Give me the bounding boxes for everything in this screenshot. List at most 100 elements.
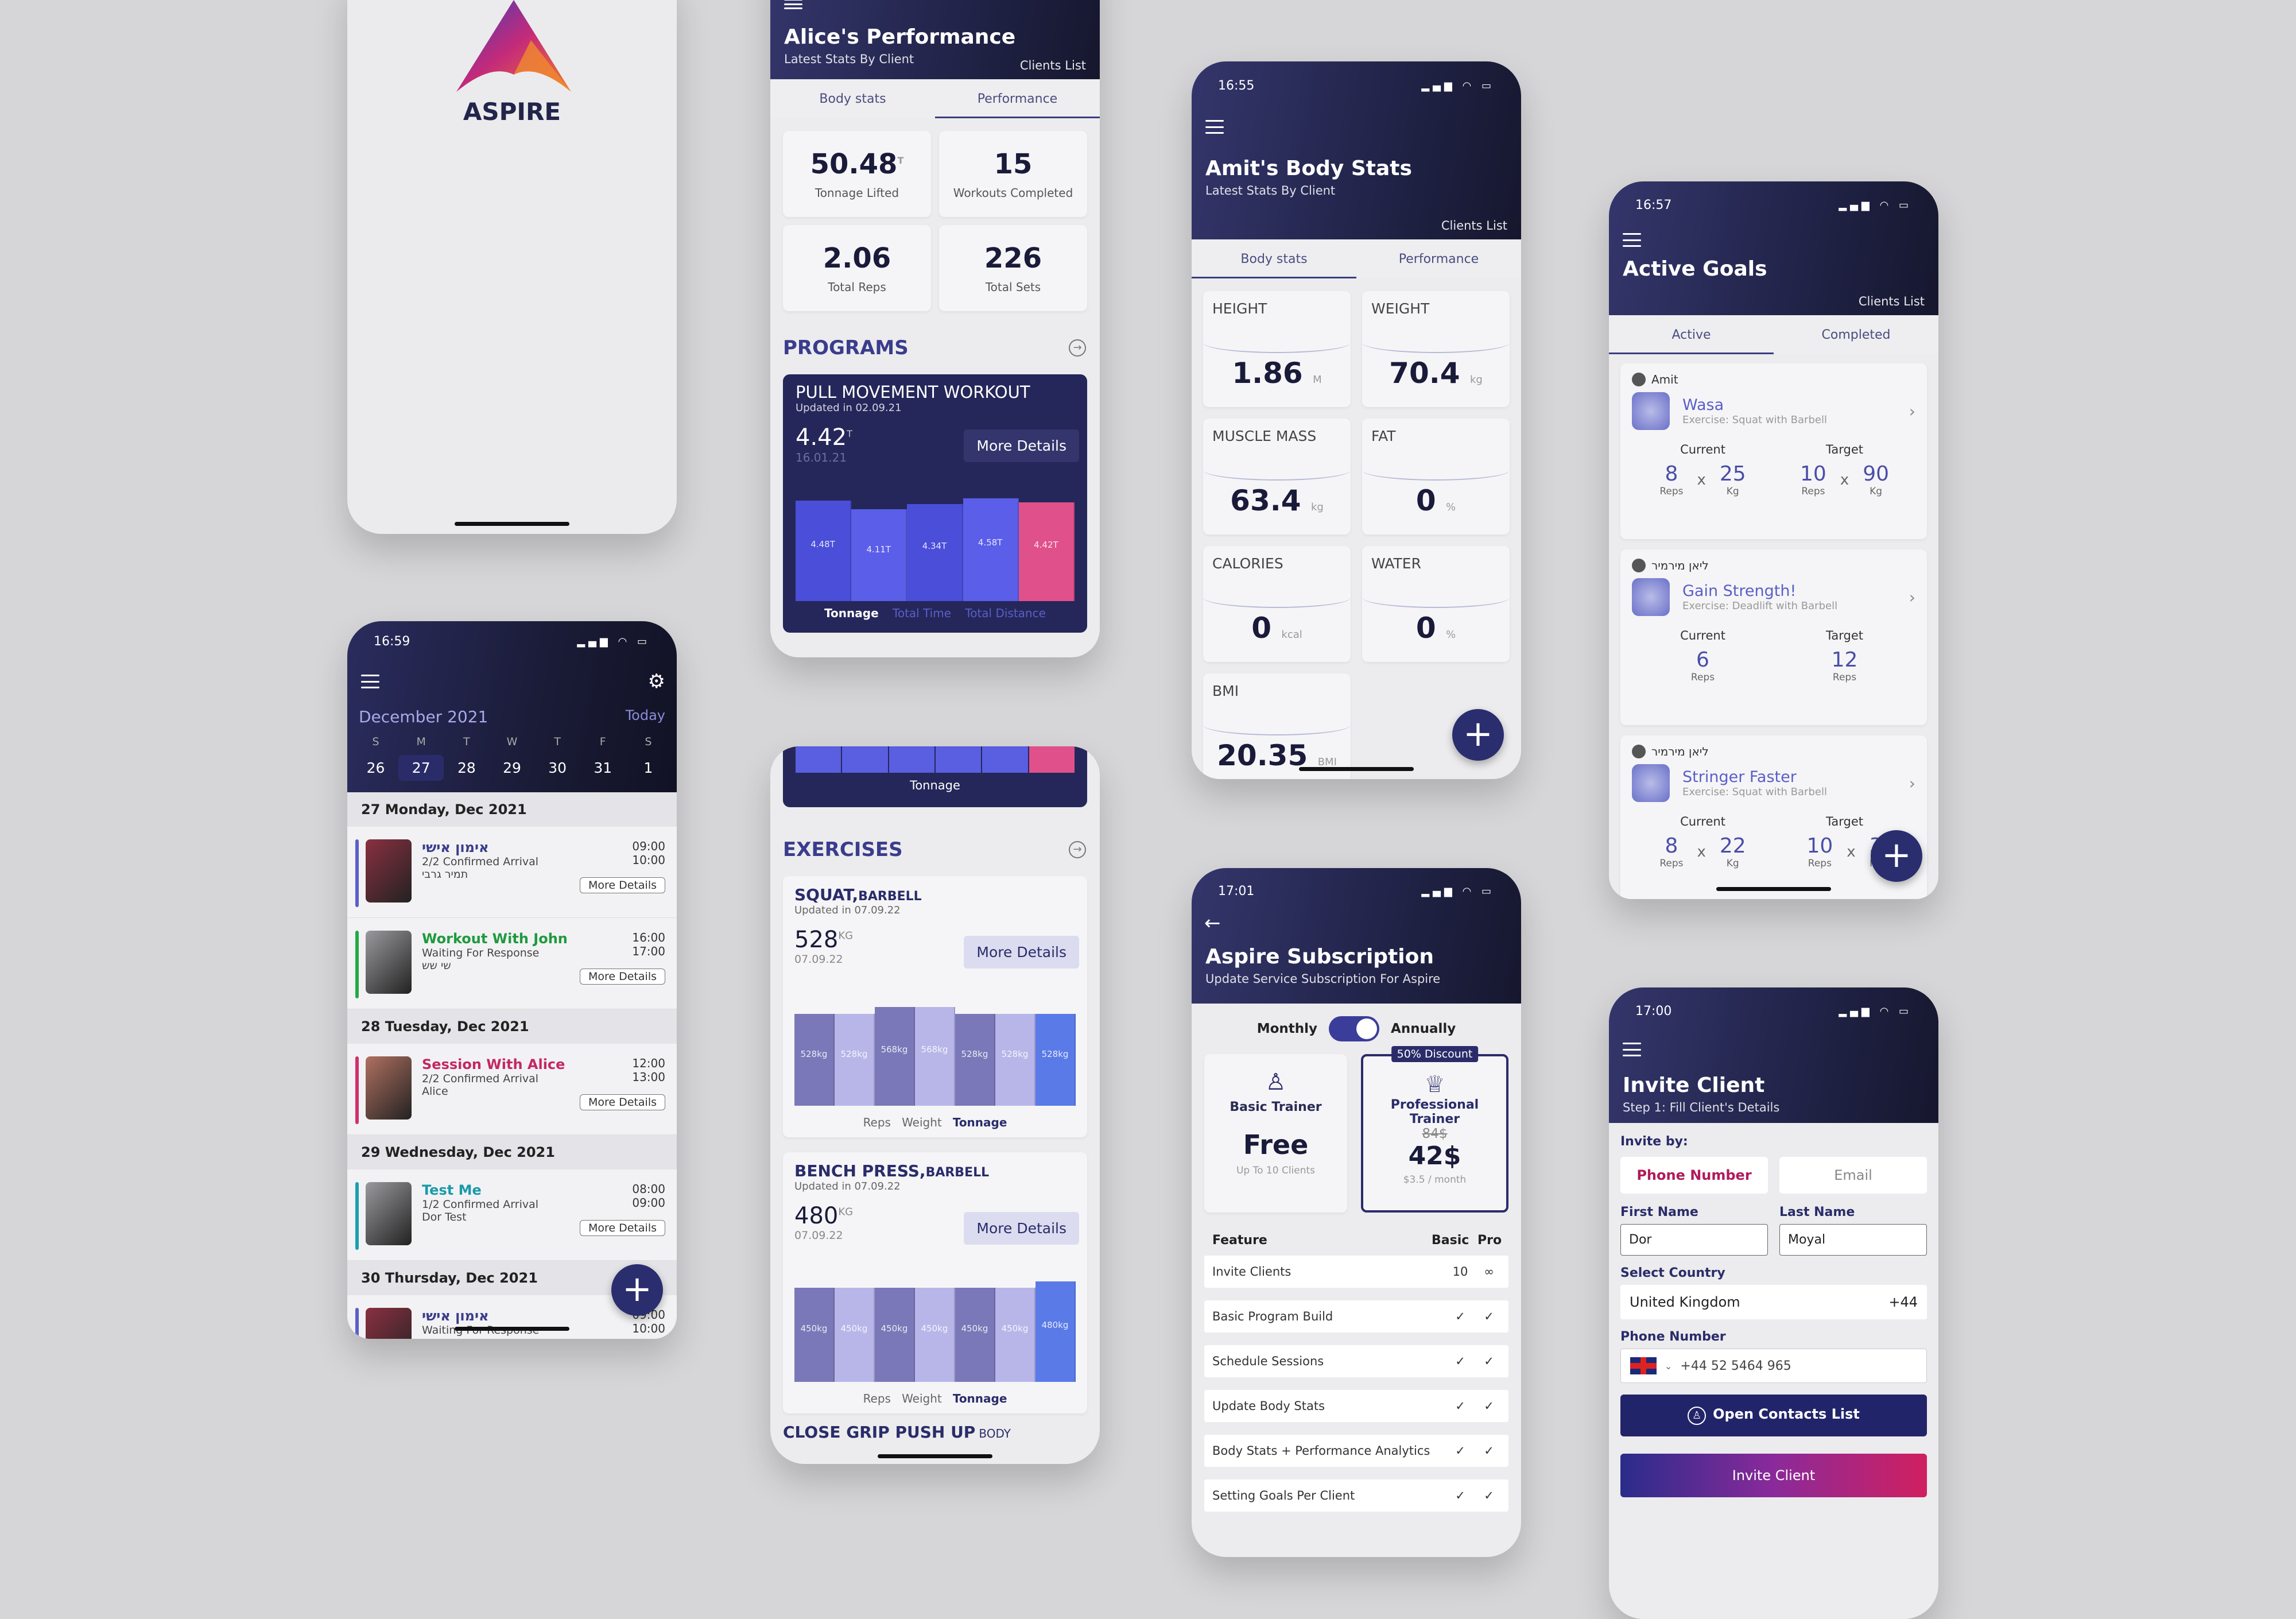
more-details-button[interactable]: More Details bbox=[964, 429, 1079, 462]
phone-field[interactable]: ⌄ +44 52 5464 965 bbox=[1620, 1349, 1927, 1383]
email-tab[interactable]: Email bbox=[1779, 1157, 1927, 1194]
body-stat-card[interactable]: FAT 0 % bbox=[1362, 419, 1510, 534]
chart-bar[interactable]: 4.48T bbox=[796, 501, 852, 601]
pro-value: ✓ bbox=[1484, 1444, 1494, 1458]
chart-bar[interactable]: 450kg bbox=[955, 1288, 995, 1382]
chart-bar[interactable]: 528kg bbox=[835, 1013, 875, 1106]
chevron-right-icon[interactable]: › bbox=[1909, 402, 1915, 421]
body-stat-card[interactable]: BMI 20.35 BMI bbox=[1203, 673, 1351, 779]
menu-icon[interactable] bbox=[361, 675, 379, 688]
chart-bar[interactable]: 450kg bbox=[995, 1288, 1035, 1382]
exercise-card[interactable]: SQUAT,BARBELL Updated in 07.09.22 528KG 07.… bbox=[783, 876, 1087, 1137]
add-stat-button[interactable]: + bbox=[1452, 709, 1504, 761]
tab-performance[interactable]: Performance bbox=[1356, 239, 1521, 278]
tab-active[interactable]: Active bbox=[1609, 315, 1774, 354]
legend-distance[interactable]: Total Distance bbox=[965, 606, 1046, 620]
goal-card[interactable]: Amit Wasa Exercise: Squat with Barbell › Cur… bbox=[1620, 363, 1927, 539]
legend-reps[interactable]: Reps bbox=[863, 1392, 891, 1405]
date-cell[interactable]: 31 bbox=[580, 755, 626, 781]
chart-bar[interactable]: 450kg bbox=[835, 1288, 875, 1382]
chart-bar[interactable]: 528kg bbox=[1035, 1013, 1076, 1106]
body-stat-card[interactable]: MUSCLE MASS 63.4 kg bbox=[1203, 419, 1351, 534]
arrow-right-icon[interactable]: → bbox=[1069, 841, 1086, 858]
date-cell[interactable]: 27 bbox=[398, 755, 444, 781]
tab-completed[interactable]: Completed bbox=[1774, 315, 1938, 354]
chart-bar[interactable]: 450kg bbox=[915, 1288, 955, 1382]
chart-bar[interactable]: 480kg bbox=[1035, 1281, 1076, 1382]
chevron-right-icon[interactable]: › bbox=[1909, 774, 1915, 793]
more-details-button[interactable]: More Details bbox=[964, 936, 1079, 969]
clients-list-link[interactable]: Clients List bbox=[1441, 219, 1507, 233]
legend-time[interactable]: Total Time bbox=[893, 606, 951, 620]
chart-bar[interactable]: 4.34T bbox=[907, 503, 963, 601]
today-button[interactable]: Today bbox=[626, 707, 665, 726]
chevron-right-icon[interactable]: › bbox=[1909, 588, 1915, 607]
chart-bar[interactable]: 528kg bbox=[955, 1013, 995, 1106]
chart-bar[interactable]: 4.58T bbox=[963, 498, 1019, 601]
body-stat-value: 0 bbox=[1415, 484, 1436, 517]
more-details-button[interactable]: More Details bbox=[579, 877, 665, 893]
program-card[interactable]: PULL MOVEMENT WORKOUT Updated in 02.09.2… bbox=[783, 374, 1087, 633]
country-select[interactable]: United Kingdom +44 bbox=[1620, 1285, 1927, 1319]
next-exercise[interactable]: CLOSE GRIP PUSH UP BODY bbox=[783, 1423, 1087, 1442]
chart-bar[interactable]: 568kg bbox=[875, 1006, 915, 1106]
legend-tonnage[interactable]: Tonnage bbox=[824, 606, 879, 620]
session-item[interactable]: אימון אישי 2/2 Confirmed Arrival תמיר גרבי… bbox=[347, 827, 677, 918]
legend-tonnage[interactable]: Tonnage bbox=[953, 1116, 1007, 1129]
chart-bar[interactable]: 450kg bbox=[875, 1288, 915, 1382]
chart-bar[interactable]: 450kg bbox=[794, 1288, 835, 1382]
session-item[interactable]: Session With Alice 2/2 Confirmed Arrival A… bbox=[347, 1044, 677, 1135]
clients-list-link[interactable]: Clients List bbox=[1859, 295, 1925, 308]
menu-icon[interactable] bbox=[1623, 233, 1641, 247]
date-cell[interactable]: 30 bbox=[535, 755, 580, 781]
basic-plan-card[interactable]: ♙ Basic Trainer Free Up To 10 Clients bbox=[1204, 1054, 1347, 1213]
last-name-field[interactable]: Moyal bbox=[1779, 1224, 1927, 1256]
menu-icon[interactable] bbox=[1205, 120, 1224, 134]
annually-label[interactable]: Annually bbox=[1391, 1021, 1456, 1036]
billing-toggle[interactable] bbox=[1329, 1016, 1380, 1041]
pro-plan-card[interactable]: 50% Discount ♕ Professional Trainer 84$ … bbox=[1361, 1046, 1508, 1213]
chart-bar[interactable]: 568kg bbox=[915, 1006, 955, 1106]
date-cell[interactable]: 1 bbox=[626, 755, 671, 781]
clients-list-link[interactable]: Clients List bbox=[1020, 59, 1086, 72]
open-contacts-button[interactable]: ♙ Open Contacts List bbox=[1620, 1395, 1927, 1436]
legend-reps[interactable]: Reps bbox=[863, 1116, 891, 1129]
legend-tonnage[interactable]: Tonnage bbox=[953, 1392, 1007, 1405]
tab-body-stats[interactable]: Body stats bbox=[1192, 239, 1356, 278]
more-details-button[interactable]: More Details bbox=[964, 1212, 1079, 1245]
tab-performance[interactable]: Performance bbox=[935, 79, 1100, 118]
back-arrow-icon[interactable]: ← bbox=[1192, 908, 1521, 935]
body-stat-card[interactable]: HEIGHT 1.86 M bbox=[1203, 291, 1351, 407]
goal-card[interactable]: ליאן מירמיר Gain Strength! Exercise: Deadl… bbox=[1620, 549, 1927, 725]
legend-weight[interactable]: Weight bbox=[902, 1392, 942, 1405]
tab-body-stats[interactable]: Body stats bbox=[770, 79, 935, 118]
session-item[interactable]: Workout With John Waiting For Response שי … bbox=[347, 918, 677, 1009]
first-name-field[interactable]: Dor bbox=[1620, 1224, 1768, 1256]
body-stat-card[interactable]: WATER 0 % bbox=[1362, 546, 1510, 662]
chart-bar[interactable]: 4.42T bbox=[1018, 502, 1075, 601]
more-details-button[interactable]: More Details bbox=[579, 969, 665, 985]
date-cell[interactable]: 28 bbox=[444, 755, 489, 781]
body-stat-card[interactable]: CALORIES 0 kcal bbox=[1203, 546, 1351, 662]
chevron-down-icon[interactable]: ⌄ bbox=[1665, 1361, 1672, 1372]
add-session-button[interactable]: + bbox=[611, 1264, 663, 1316]
exercise-card[interactable]: BENCH PRESS,BARBELL Updated in 07.09.22 48… bbox=[783, 1152, 1087, 1413]
body-stat-card[interactable]: WEIGHT 70.4 kg bbox=[1362, 291, 1510, 407]
session-item[interactable]: Test Me 1/2 Confirmed Arrival Dor Test 08:0… bbox=[347, 1169, 677, 1261]
menu-icon[interactable] bbox=[784, 0, 802, 9]
date-cell[interactable]: 29 bbox=[489, 755, 534, 781]
arrow-right-icon[interactable]: → bbox=[1069, 339, 1086, 357]
date-cell[interactable]: 26 bbox=[353, 755, 398, 781]
gear-icon[interactable]: ⚙ bbox=[648, 670, 665, 693]
menu-icon[interactable] bbox=[1623, 1043, 1641, 1056]
more-details-button[interactable]: More Details bbox=[579, 1094, 665, 1110]
legend-weight[interactable]: Weight bbox=[902, 1116, 942, 1129]
add-goal-button[interactable]: + bbox=[1871, 830, 1922, 882]
chart-bar[interactable]: 528kg bbox=[995, 1013, 1035, 1106]
monthly-label[interactable]: Monthly bbox=[1257, 1021, 1317, 1036]
chart-bar[interactable]: 4.11T bbox=[851, 509, 907, 601]
phone-number-tab[interactable]: Phone Number bbox=[1620, 1157, 1768, 1194]
chart-bar[interactable]: 528kg bbox=[794, 1013, 835, 1106]
more-details-button[interactable]: More Details bbox=[579, 1220, 665, 1236]
invite-client-button[interactable]: Invite Client bbox=[1620, 1454, 1927, 1497]
